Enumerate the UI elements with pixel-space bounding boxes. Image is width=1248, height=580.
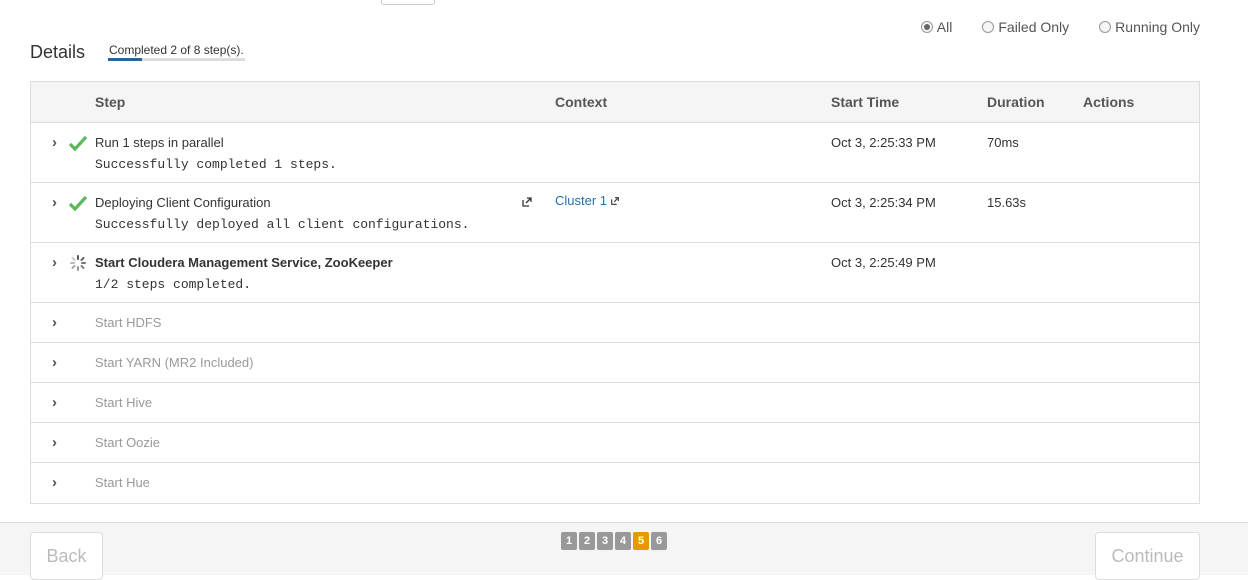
table-row: › Start YARN (MR2 Included)	[31, 343, 1199, 383]
top-control-stub	[381, 0, 435, 5]
chevron-right-icon[interactable]: ›	[52, 255, 66, 270]
page-step-3[interactable]: 3	[597, 532, 613, 550]
external-link-icon[interactable]	[521, 196, 533, 208]
progress-bar	[108, 58, 245, 61]
external-link-icon[interactable]	[610, 196, 620, 206]
table-row: › Deploying Client Configuration Success…	[31, 183, 1199, 243]
context-link-label[interactable]: Cluster 1	[555, 193, 607, 208]
step-title: Start Hue	[95, 475, 150, 490]
chevron-right-icon[interactable]: ›	[52, 135, 66, 150]
filter-running-only[interactable]: Running Only	[1099, 19, 1200, 35]
page-step-4[interactable]: 4	[615, 532, 631, 550]
page-step-2[interactable]: 2	[579, 532, 595, 550]
progress-bar-fill	[108, 58, 143, 61]
context-link-cluster[interactable]: Cluster 1	[555, 193, 620, 208]
header-actions: Actions	[1083, 94, 1135, 110]
step-subtitle: Successfully deployed all client configu…	[95, 217, 470, 232]
details-title: Details	[30, 42, 86, 62]
chevron-right-icon[interactable]: ›	[52, 395, 66, 410]
page-step-5[interactable]: 5	[633, 532, 649, 550]
step-title: Start YARN (MR2 Included)	[95, 355, 254, 370]
filter-all-label: All	[936, 19, 953, 35]
step-subtitle: 1/2 steps completed.	[95, 277, 252, 292]
table-row: › Start Hue	[31, 463, 1199, 503]
table-row: › Start Cloudera Management Service, Zoo…	[31, 243, 1199, 303]
wizard-step-pager: 1 2 3 4 5 6	[561, 532, 667, 550]
chevron-right-icon[interactable]: ›	[52, 475, 66, 490]
step-title: Start HDFS	[95, 315, 162, 330]
duration: 70ms	[987, 135, 1019, 150]
start-time: Oct 3, 2:25:33 PM	[831, 135, 936, 150]
table-header: Step Context Start Time Duration Actions	[31, 82, 1199, 123]
header-duration: Duration	[987, 94, 1045, 110]
step-title: Start Cloudera Management Service, ZooKe…	[95, 255, 393, 270]
filter-all[interactable]: All	[920, 19, 953, 35]
spinner-icon	[70, 255, 86, 271]
step-subtitle: Successfully completed 1 steps.	[95, 157, 337, 172]
steps-table: Step Context Start Time Duration Actions…	[30, 81, 1200, 504]
continue-button[interactable]: Continue	[1095, 532, 1200, 580]
step-title: Run 1 steps in parallel	[95, 135, 224, 150]
page-step-6[interactable]: 6	[651, 532, 667, 550]
wizard-footer: Back 1 2 3 4 5 6 Continue	[0, 522, 1248, 580]
filter-all-radio[interactable]	[920, 21, 933, 33]
header-start-time: Start Time	[831, 94, 900, 110]
filter-running-label: Running Only	[1115, 19, 1200, 35]
step-title: Start Oozie	[95, 435, 161, 450]
filter-failed-label: Failed Only	[998, 19, 1070, 35]
table-row: › Start Oozie	[31, 423, 1199, 463]
filter-running-radio[interactable]	[1099, 21, 1112, 33]
table-row: › Start HDFS	[31, 303, 1199, 343]
chevron-right-icon[interactable]: ›	[52, 435, 66, 450]
page-step-1[interactable]: 1	[561, 532, 577, 550]
duration: 15.63s	[987, 195, 1027, 210]
header-context: Context	[555, 94, 608, 110]
chevron-right-icon[interactable]: ›	[52, 355, 66, 370]
status-filter: All Failed Only Running Only	[920, 19, 1200, 35]
back-button[interactable]: Back	[30, 532, 103, 580]
progress-text: Completed 2 of 8 step(s).	[109, 43, 244, 57]
chevron-right-icon[interactable]: ›	[52, 315, 66, 330]
checkmark-icon	[68, 195, 88, 212]
table-row: › Run 1 steps in parallel Successfully c…	[31, 123, 1199, 183]
chevron-right-icon[interactable]: ›	[52, 195, 66, 210]
start-time: Oct 3, 2:25:49 PM	[831, 255, 936, 270]
start-time: Oct 3, 2:25:34 PM	[831, 195, 936, 210]
table-row: › Start Hive	[31, 383, 1199, 423]
checkmark-icon	[68, 135, 88, 152]
step-title: Deploying Client Configuration	[95, 195, 271, 210]
filter-failed-only[interactable]: Failed Only	[982, 19, 1069, 35]
filter-failed-radio[interactable]	[982, 21, 995, 33]
header-step: Step	[95, 94, 126, 110]
step-title: Start Hive	[95, 395, 153, 410]
